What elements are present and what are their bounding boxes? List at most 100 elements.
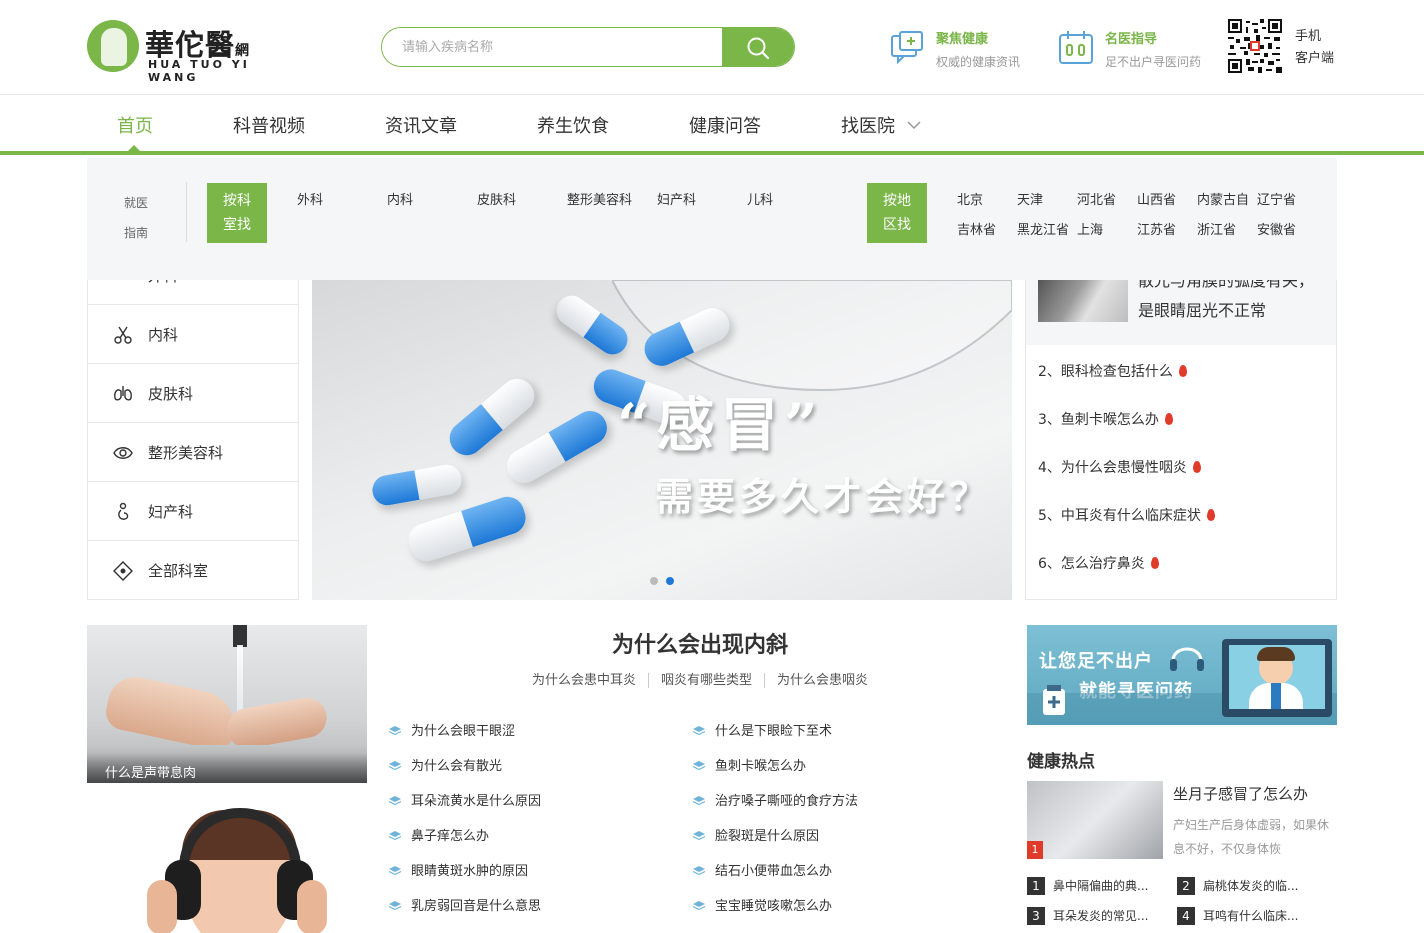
dept-menu-label: 全部科室 <box>148 562 209 580</box>
nav-underline <box>0 151 1424 155</box>
hero-banner[interactable]: “感冒” 需要多久才会好？ <box>312 280 1012 600</box>
area-link[interactable]: 天津 <box>1017 189 1043 208</box>
article-link[interactable]: 为什么会眼干眼涩 <box>389 720 515 739</box>
article-link[interactable]: 治疗嗓子嘶哑的食疗方法 <box>693 790 858 809</box>
nav-home[interactable]: 首页 <box>117 112 153 138</box>
dept-menu-item-plastic[interactable]: 整形美容科 <box>88 422 298 481</box>
feature-health-focus[interactable]: 聚焦健康 权威的健康资讯 <box>888 26 1048 72</box>
area-link[interactable]: 吉林省 <box>957 219 996 238</box>
article-link[interactable]: 结石小便带血怎么办 <box>693 860 832 879</box>
logo-cn: 華佗醫 <box>145 28 236 62</box>
dept-link[interactable]: 整形美容科 <box>567 189 632 208</box>
hot-feature-desc: 产妇生产后身体虚弱，如果休息不好，不仅身体恢 <box>1173 818 1330 856</box>
nav-videos[interactable]: 科普视频 <box>233 112 305 138</box>
article-link[interactable]: 鼻子痒怎么办 <box>389 825 489 844</box>
area-link[interactable]: 江苏省 <box>1137 219 1176 238</box>
feature-doctor-guide[interactable]: 名医指导 足不出户寻医问药 <box>1057 26 1217 72</box>
rank-item[interactable]: 1 鼻中隔偏曲的典... <box>1027 877 1148 895</box>
hot-feature-image[interactable] <box>1027 781 1163 859</box>
dept-menu-item-internal[interactable]: 内科 <box>88 304 298 363</box>
hot-list-item[interactable]: 6、怎么治疗鼻炎 <box>1038 553 1159 573</box>
feature-subtitle: 权威的健康资讯 <box>936 55 1021 69</box>
hot-list-item[interactable]: 3、鱼刺卡喉怎么办 <box>1038 409 1173 429</box>
hot-list-item[interactable]: 2、眼科检查包括什么 <box>1038 361 1187 381</box>
dept-link[interactable]: 妇产科 <box>657 189 696 208</box>
calendar-doctor-icon <box>1059 31 1093 64</box>
dept-menu-item-obstetrics[interactable]: 妇产科 <box>88 481 298 540</box>
hot-list-item[interactable]: 5、中耳炎有什么临床症状 <box>1038 505 1215 525</box>
article-link[interactable]: 鱼刺卡喉怎么办 <box>693 755 806 774</box>
area-link[interactable]: 上海 <box>1077 219 1103 238</box>
featured-title: 散光与角膜的弧度有关，是眼睛屈光不正常 <box>1138 280 1315 320</box>
dept-menu-label: 皮肤科 <box>148 385 194 403</box>
area-link[interactable]: 内蒙古自 <box>1197 189 1249 208</box>
article-link[interactable]: 乳房弱回音是什么意思 <box>389 895 541 914</box>
search-button[interactable] <box>722 28 794 66</box>
nav-qa[interactable]: 健康问答 <box>689 112 761 138</box>
tag-row: 为什么会患中耳炎 咽炎有哪些类型 为什么会患咽炎 <box>380 669 1020 688</box>
rank-item[interactable]: 4 耳鸣有什么临床... <box>1177 907 1298 925</box>
hot-feature-title[interactable]: 坐月子感冒了怎么办 <box>1173 783 1308 804</box>
hot-list-item[interactable]: 4、为什么会患慢性咽炎 <box>1038 457 1201 477</box>
tag-link[interactable]: 咽炎有哪些类型 <box>647 673 764 688</box>
dept-link[interactable]: 儿科 <box>747 189 773 208</box>
site-header: 華佗醫網 HUA TUO YI WANG 聚焦健康 权威的健康资讯 名医指导 足… <box>0 0 1424 95</box>
area-link[interactable]: 河北省 <box>1077 189 1116 208</box>
dept-menu-item-all[interactable]: 全部科室 <box>88 540 298 599</box>
mobile-client-link[interactable]: 手机 客户端 <box>1295 26 1334 70</box>
ad-line-1: 让您足不出户 <box>1039 651 1153 672</box>
banner-headline: “感冒” <box>617 391 824 459</box>
hand-left <box>102 672 242 753</box>
dept-link[interactable]: 外科 <box>297 189 323 208</box>
article-image-vocal[interactable]: 什么是声带息肉 <box>87 625 367 783</box>
article-link[interactable]: 脸裂斑是什么原因 <box>693 825 819 844</box>
hand <box>147 880 177 933</box>
logo-en: HUA TUO YI WANG <box>148 58 250 84</box>
dept-link[interactable]: 内科 <box>387 189 413 208</box>
flame-icon <box>1164 413 1173 425</box>
area-link[interactable]: 山西省 <box>1137 189 1176 208</box>
lungs-icon <box>114 386 132 401</box>
carousel-dot[interactable] <box>650 577 658 585</box>
site-logo[interactable]: 華佗醫網 HUA TUO YI WANG <box>87 18 287 84</box>
consult-ad-banner[interactable]: 让您足不出户 就能寻医问药 <box>1027 625 1337 725</box>
rank-item[interactable]: 3 耳朵发炎的常见... <box>1027 907 1148 925</box>
qr-code-icon[interactable] <box>1228 19 1282 73</box>
article-link[interactable]: 眼睛黄斑水肿的原因 <box>389 860 528 879</box>
article-link[interactable]: 耳朵流黄水是什么原因 <box>389 790 541 809</box>
by-region-tab[interactable]: 按地 区找 <box>867 183 927 243</box>
dept-menu-item-dermatology[interactable]: 皮肤科 <box>88 363 298 422</box>
pregnancy-icon <box>118 502 129 520</box>
section-title[interactable]: 为什么会出现内斜 <box>380 627 1020 659</box>
tag-link[interactable]: 为什么会患中耳炎 <box>520 673 648 688</box>
doctor-tie <box>1271 683 1281 709</box>
dept-menu-item-surgery[interactable]: 外科 <box>88 280 298 304</box>
layers-icon <box>389 866 401 876</box>
section-heading: 健康热点 <box>1027 752 1095 772</box>
hot-featured[interactable]: 散光与角膜的弧度有关，是眼睛屈光不正常 <box>1026 280 1336 345</box>
rank-item[interactable]: 2 扁桃体发炎的临... <box>1177 877 1298 895</box>
nav-find-hospital[interactable]: 找医院 <box>841 112 921 138</box>
area-link[interactable]: 安徽省 <box>1257 219 1296 238</box>
area-link[interactable]: 浙江省 <box>1197 219 1236 238</box>
article-link[interactable]: 为什么会有散光 <box>389 755 502 774</box>
carousel-dot-active[interactable] <box>666 577 674 585</box>
nav-articles[interactable]: 资讯文章 <box>385 112 457 138</box>
logo-cn-suffix: 網 <box>235 43 251 59</box>
dept-link[interactable]: 皮肤科 <box>477 189 516 208</box>
area-link[interactable]: 北京 <box>957 189 983 208</box>
article-section: 为什么会出现内斜 为什么会患中耳炎 咽炎有哪些类型 为什么会患咽炎 <box>380 625 1020 933</box>
area-link[interactable]: 黑龙江省 <box>1017 219 1069 238</box>
search-input[interactable] <box>382 28 723 66</box>
article-link[interactable]: 宝宝睡觉咳嗽怎么办 <box>693 895 832 914</box>
logo-emblem <box>87 20 139 72</box>
area-link[interactable]: 辽宁省 <box>1257 189 1296 208</box>
article-image-headphones[interactable] <box>87 800 367 933</box>
dept-menu-label: 外科 <box>148 280 178 286</box>
nav-diet[interactable]: 养生饮食 <box>537 112 609 138</box>
article-link[interactable]: 什么是下眼睑下至术 <box>693 720 832 739</box>
by-department-tab[interactable]: 按科 室找 <box>207 183 267 243</box>
dept-menu-label: 整形美容科 <box>148 444 224 462</box>
search-icon <box>747 37 770 60</box>
tag-link[interactable]: 为什么会患咽炎 <box>764 673 881 688</box>
